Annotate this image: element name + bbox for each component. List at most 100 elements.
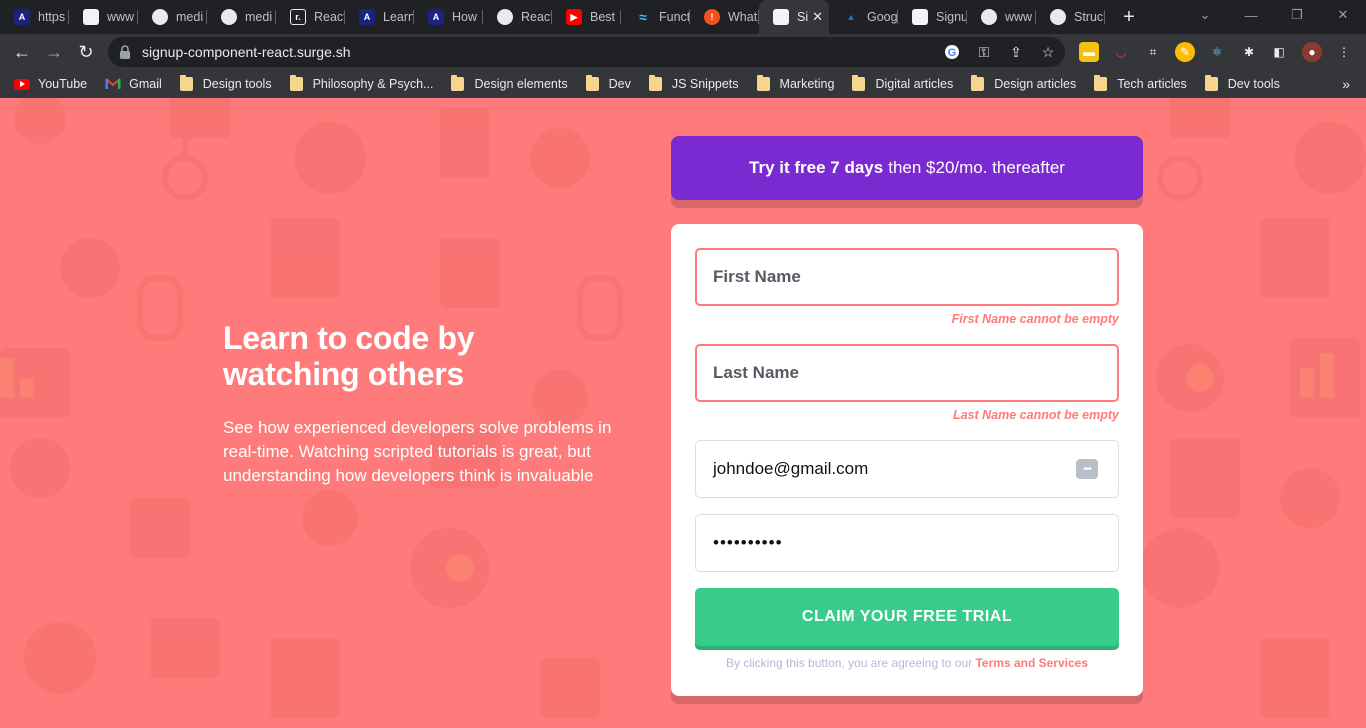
bookmark-label: Philosophy & Psych...	[312, 77, 434, 91]
browser-tab[interactable]: A Learn	[345, 0, 414, 34]
pocket-icon[interactable]: ◡	[1111, 42, 1131, 62]
browser-tab[interactable]: www	[967, 0, 1036, 34]
folder-icon	[971, 75, 985, 91]
crop-icon[interactable]: ⌗	[1143, 42, 1163, 62]
bookmarks-more-icon[interactable]: »	[1342, 76, 1350, 92]
address-bar[interactable]: signup-component-react.surge.sh G ⚿ ⇪ ☆	[108, 37, 1065, 67]
url-text[interactable]: signup-component-react.surge.sh	[142, 44, 351, 60]
key-icon[interactable]: ⚿	[974, 42, 994, 62]
terms-prefix: By clicking this button, you are agreein…	[726, 656, 973, 670]
bookmarks-bar: YouTube Gmail Design tools Philosophy & Psy…	[0, 70, 1366, 98]
bookmark-item[interactable]: Tech articles	[1094, 75, 1187, 91]
bookmark-item[interactable]: Gmail	[105, 77, 162, 91]
bookmark-item[interactable]: Philosophy & Psych...	[289, 75, 434, 91]
bookmark-item[interactable]: Design articles	[971, 75, 1077, 91]
browser-tab[interactable]: r. React	[276, 0, 345, 34]
reload-icon[interactable]: ↻	[70, 34, 102, 70]
angular-icon: A	[14, 9, 30, 25]
browser-tab[interactable]: medi	[207, 0, 276, 34]
person-icon: ▲	[846, 12, 856, 22]
close-tab-icon[interactable]: ✕	[812, 9, 823, 25]
profile-avatar[interactable]: ●	[1302, 42, 1322, 62]
tab-label: medi	[245, 10, 273, 24]
extensions-puzzle-icon[interactable]: ✱	[1239, 42, 1259, 62]
claim-trial-button[interactable]: CLAIM YOUR FREE TRIAL	[695, 588, 1119, 646]
folder-icon	[648, 75, 662, 91]
browser-tab[interactable]: Ahttps	[0, 0, 69, 34]
youtube-icon: ▶	[566, 9, 582, 25]
bookmark-item[interactable]: YouTube	[14, 77, 87, 91]
browser-tab[interactable]: Si ✕	[759, 0, 829, 34]
browser-tab[interactable]: ▶ Best	[552, 0, 621, 34]
tab-label: What	[728, 10, 758, 24]
close-window-button[interactable]: ✕	[1320, 0, 1366, 30]
bookmark-item[interactable]: Marketing	[756, 75, 835, 91]
tab-search-icon[interactable]: ⌄	[1182, 0, 1228, 30]
globe-icon	[221, 9, 237, 25]
bookmark-item[interactable]: Design elements	[451, 75, 568, 91]
bookmark-item[interactable]: Digital articles	[852, 75, 954, 91]
react-devtools-icon[interactable]: ⚛	[1207, 42, 1227, 62]
new-tab-button[interactable]: +	[1111, 0, 1147, 34]
minimize-button[interactable]: —	[1228, 0, 1274, 30]
bookmark-label: Design elements	[474, 77, 568, 91]
terms-text: By clicking this button, you are agreein…	[671, 656, 1143, 670]
bookmark-label: Marketing	[779, 77, 835, 91]
browser-tab[interactable]: ! What	[690, 0, 759, 34]
folder-icon	[852, 75, 866, 91]
restore-button[interactable]: ❐	[1274, 0, 1320, 30]
folder-icon	[179, 75, 193, 91]
page-icon	[773, 9, 789, 25]
trial-banner: Try it free 7 days then $20/mo. thereaft…	[671, 136, 1143, 200]
bookmark-star-icon[interactable]: ☆	[1038, 42, 1058, 62]
browser-tab[interactable]: medi	[138, 0, 207, 34]
folder-icon	[451, 75, 465, 91]
browser-tab[interactable]: Signu	[898, 0, 967, 34]
browser-tab[interactable]: Struc	[1036, 0, 1105, 34]
share-icon[interactable]: ⇪	[1006, 42, 1026, 62]
browser-tab[interactable]: ▲ Goog	[829, 0, 898, 34]
google-icon[interactable]: G	[942, 42, 962, 62]
password-manager-icon[interactable]: •••	[1076, 459, 1098, 479]
svg-text:G: G	[948, 47, 957, 59]
tab-label: Si	[797, 10, 809, 24]
r-icon: r.	[290, 9, 306, 25]
bookmark-item[interactable]: JS Snippets	[648, 75, 739, 91]
bookmark-label: Digital articles	[875, 77, 954, 91]
last-name-field[interactable]: Last Name	[695, 344, 1119, 402]
page-icon	[83, 9, 99, 25]
menu-icon[interactable]: ⋮	[1334, 42, 1354, 62]
bookmark-label: Design articles	[994, 77, 1077, 91]
extension-color-icon[interactable]: ✎	[1175, 42, 1195, 62]
angular-icon: A	[428, 9, 444, 25]
folder-icon	[289, 75, 303, 91]
forward-icon[interactable]: →	[38, 34, 70, 70]
back-icon[interactable]: ←	[6, 34, 38, 70]
gmail-icon	[105, 78, 121, 90]
bookmark-label: Design tools	[202, 77, 272, 91]
signup-card: First Name First Name cannot be empty La…	[671, 224, 1143, 696]
browser-tab[interactable]: A How	[414, 0, 483, 34]
extension-notes-icon[interactable]: ▬	[1079, 42, 1099, 62]
bookmark-label: Dev tools	[1227, 77, 1280, 91]
last-name-error: Last Name cannot be empty	[952, 408, 1119, 422]
password-field[interactable]: ••••••••••	[695, 514, 1119, 572]
browser-tab[interactable]: React	[483, 0, 552, 34]
browser-tab[interactable]: ≈ Funct	[621, 0, 690, 34]
browser-tab[interactable]: www	[69, 0, 138, 34]
folder-icon	[585, 75, 599, 91]
tab-label: Learn	[383, 10, 414, 24]
terms-link[interactable]: Terms and Services	[975, 656, 1088, 670]
bookmark-label: JS Snippets	[671, 77, 739, 91]
alert-icon: !	[704, 9, 720, 25]
tab-label: Signu	[936, 10, 967, 24]
bookmark-item[interactable]: Dev tools	[1204, 75, 1280, 91]
email-field[interactable]: johndoe@gmail.com •••	[695, 440, 1119, 498]
last-name-placeholder: Last Name	[713, 363, 799, 382]
side-panel-icon[interactable]: ◧	[1269, 42, 1289, 62]
bookmark-item[interactable]: Dev	[585, 75, 631, 91]
first-name-field[interactable]: First Name	[695, 248, 1119, 306]
bookmark-item[interactable]: Design tools	[179, 75, 272, 91]
email-value: johndoe@gmail.com	[713, 459, 869, 478]
tab-label: Goog	[867, 10, 898, 24]
